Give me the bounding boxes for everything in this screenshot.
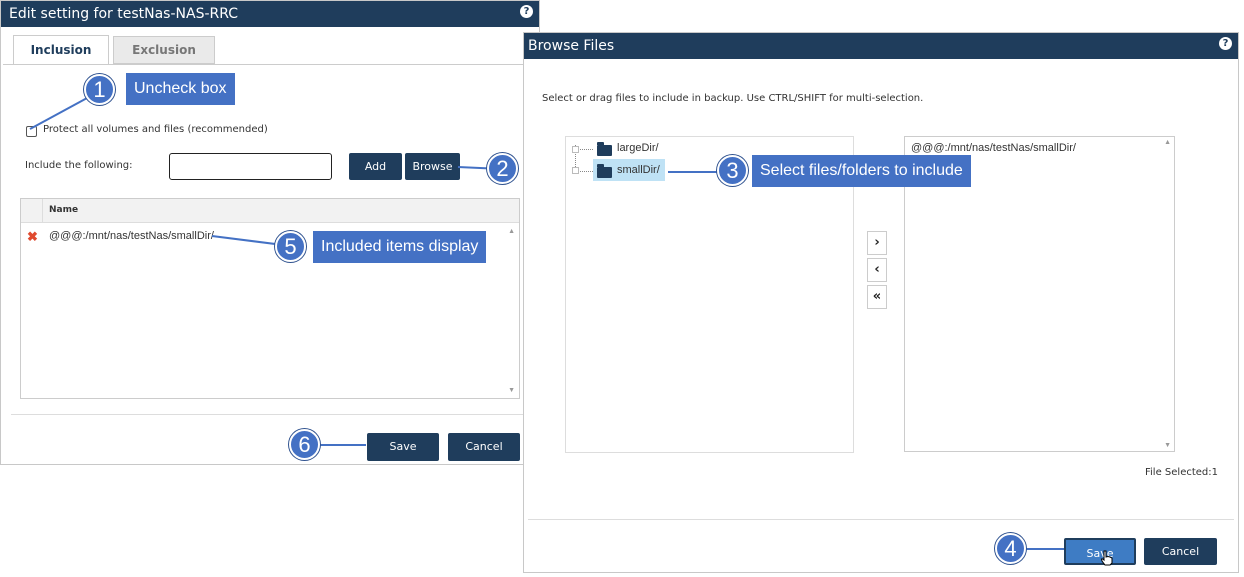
screenshot-stage: Edit setting for testNas-NAS-RRC ? Inclu… bbox=[0, 0, 1244, 577]
callout-number-3: 3 bbox=[717, 155, 748, 186]
callout-label-5: Included items display bbox=[313, 231, 487, 263]
callout-number-1: 1 bbox=[84, 74, 115, 105]
callout-number-2: 2 bbox=[487, 153, 518, 184]
callout-label-3: Select files/folders to include bbox=[752, 155, 971, 187]
callout-number-5: 5 bbox=[275, 231, 306, 262]
callout-label-1: Uncheck box bbox=[126, 73, 235, 105]
callout-number-6: 6 bbox=[289, 429, 320, 460]
callout-number-4: 4 bbox=[995, 533, 1026, 564]
